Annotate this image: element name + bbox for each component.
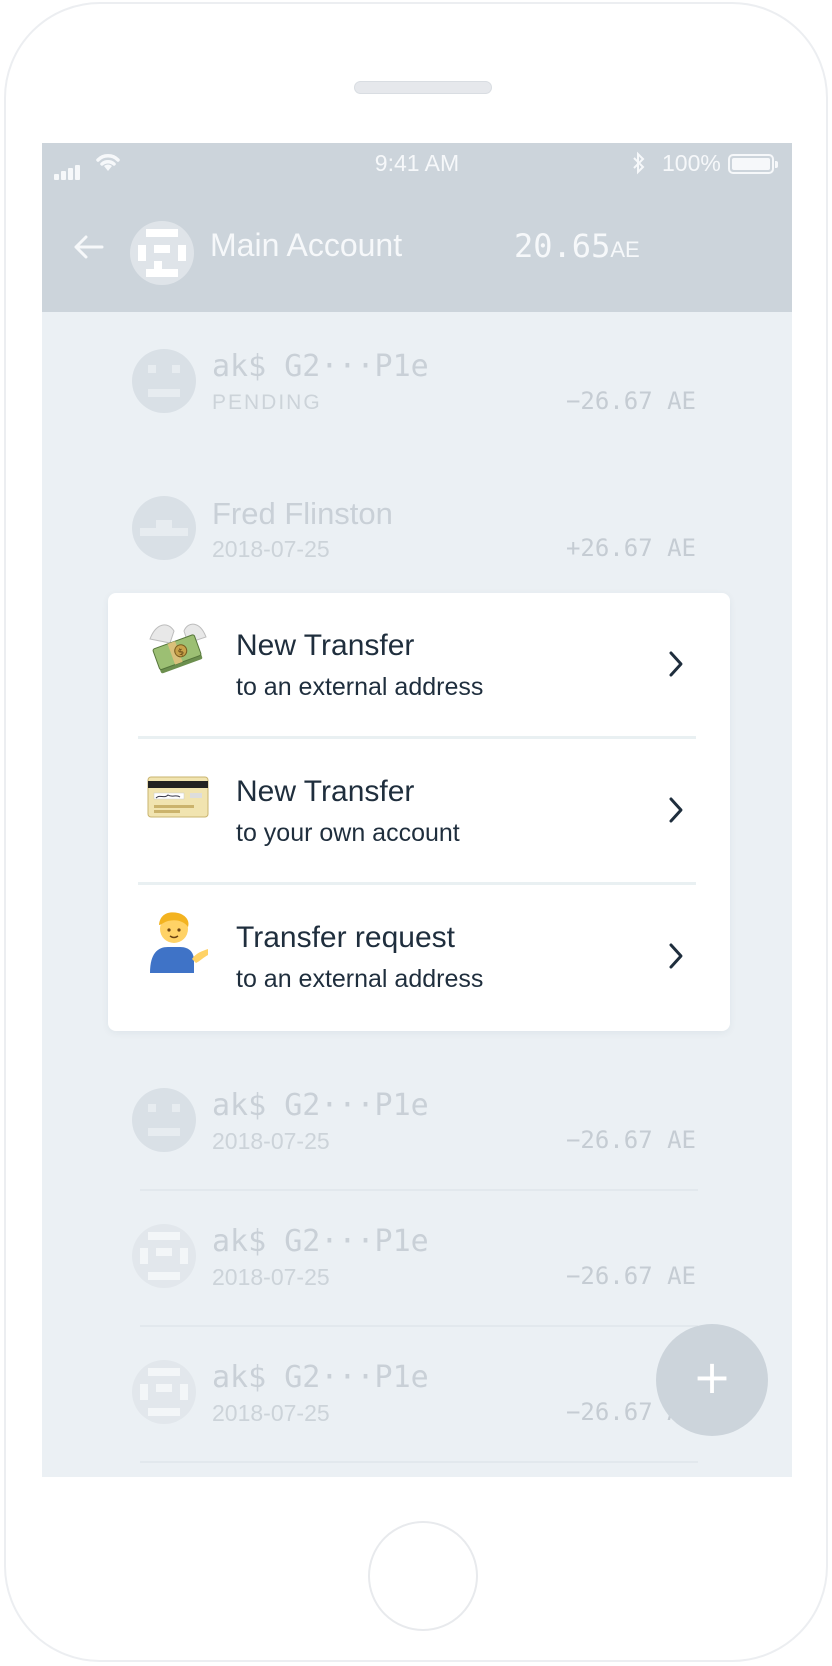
menu-item-subtitle: to an external address bbox=[236, 965, 484, 993]
menu-item-title: Transfer request bbox=[236, 921, 455, 954]
tx-amount: +26.67 AE bbox=[565, 534, 696, 562]
balance-unit: AE bbox=[610, 237, 640, 262]
menu-item-new-transfer-own[interactable]: New Transfer to your own account bbox=[108, 739, 730, 885]
money-with-wings-icon: $ bbox=[149, 623, 207, 674]
menu-item-title: New Transfer bbox=[236, 629, 415, 662]
credit-card-icon bbox=[147, 776, 209, 818]
chevron-right-icon bbox=[669, 651, 683, 677]
bluetooth-icon bbox=[633, 151, 645, 175]
tx-date: 2018-07-25 bbox=[212, 536, 330, 562]
app-screen: 9:41 AM 100% Main Account 20.65AE ak$ G2… bbox=[42, 143, 792, 1477]
tx-name: ak$ G2···P1e bbox=[212, 1088, 429, 1123]
tx-name: ak$ G2···P1e bbox=[212, 1224, 429, 1259]
battery-icon bbox=[728, 154, 778, 174]
tx-date: 2018-07-25 bbox=[212, 1264, 330, 1290]
menu-item-subtitle: to an external address bbox=[236, 673, 484, 701]
tx-amount: −26.67 AE bbox=[565, 1262, 696, 1290]
divider bbox=[140, 1189, 698, 1191]
menu-item-new-transfer-external[interactable]: $ New Transfer to an external address bbox=[108, 593, 730, 739]
chevron-right-icon bbox=[669, 797, 683, 823]
menu-item-title: New Transfer bbox=[236, 775, 415, 808]
menu-item-transfer-request[interactable]: Transfer request to an external address bbox=[108, 885, 730, 1031]
account-name: Main Account bbox=[210, 227, 403, 263]
tx-status: PENDING bbox=[212, 391, 322, 414]
tx-name: ak$ G2···P1e bbox=[212, 349, 429, 384]
avatar bbox=[132, 349, 196, 413]
chevron-right-icon bbox=[669, 943, 683, 969]
tx-date: 2018-07-25 bbox=[212, 1128, 330, 1154]
list-item[interactable]: ak$ G2···P1e 2018-07-25 −26.67 AE bbox=[132, 1088, 696, 1168]
tx-date: 2018-07-25 bbox=[212, 1400, 330, 1426]
balance-value: 20.65 bbox=[514, 227, 611, 265]
account-bar: Main Account 20.65AE bbox=[42, 213, 792, 285]
divider bbox=[140, 1461, 698, 1463]
tx-name: ak$ G2···P1e bbox=[212, 1360, 429, 1395]
battery-percent: 100% bbox=[662, 150, 721, 176]
avatar bbox=[132, 1088, 196, 1152]
avatar bbox=[132, 1224, 196, 1288]
arrow-left-icon[interactable] bbox=[70, 229, 106, 265]
account-avatar bbox=[130, 221, 194, 285]
add-button[interactable]: + bbox=[656, 1324, 768, 1436]
account-balance: 20.65AE bbox=[514, 227, 640, 265]
status-bar: 9:41 AM 100% bbox=[42, 143, 792, 183]
tx-amount: −26.67 AE bbox=[565, 1126, 696, 1154]
avatar bbox=[132, 1360, 196, 1424]
tx-amount: −26.67 AE bbox=[565, 387, 696, 415]
home-button[interactable] bbox=[368, 1521, 478, 1631]
app-header: 9:41 AM 100% Main Account 20.65AE bbox=[42, 143, 792, 312]
transfer-menu: $ New Transfer to an external address Ne… bbox=[108, 593, 730, 1031]
phone-speaker bbox=[354, 81, 492, 94]
list-item[interactable]: Fred Flinston 2018-07-25 +26.67 AE bbox=[132, 496, 696, 576]
tx-name: Fred Flinston bbox=[212, 496, 393, 531]
list-item[interactable]: ak$ G2···P1e PENDING −26.67 AE bbox=[132, 349, 696, 429]
person-tipping-hand-icon bbox=[150, 912, 208, 973]
list-item[interactable]: ak$ G2···P1e 2018-07-25 −26.67 AE bbox=[132, 1224, 696, 1304]
list-item[interactable]: ak$ G2···P1e 2018-07-25 −26.67 AE bbox=[132, 1360, 696, 1440]
menu-item-subtitle: to your own account bbox=[236, 819, 460, 847]
avatar bbox=[132, 496, 196, 560]
plus-icon: + bbox=[692, 1350, 732, 1404]
divider bbox=[140, 1325, 698, 1327]
